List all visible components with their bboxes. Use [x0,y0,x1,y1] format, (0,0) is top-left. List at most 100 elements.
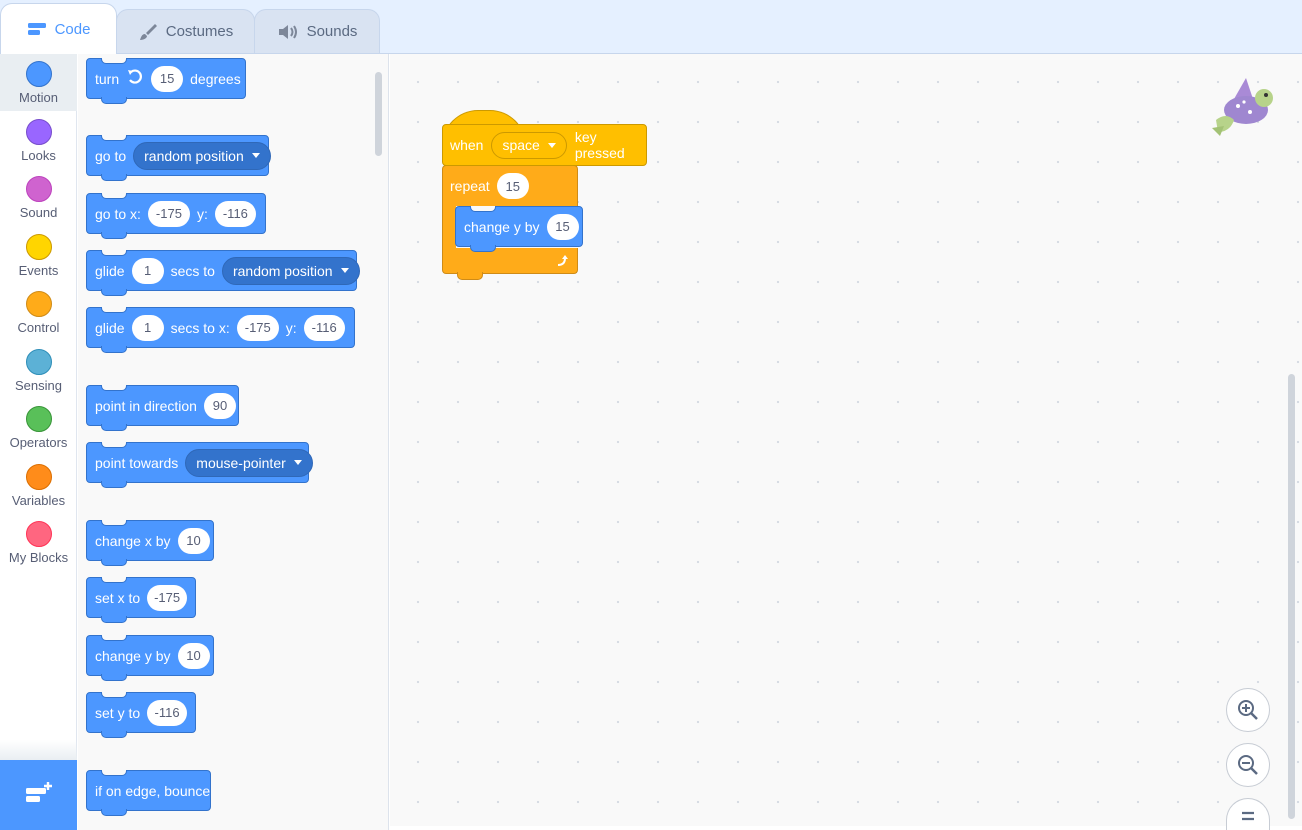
category-label: Control [17,320,60,335]
category-my-blocks[interactable]: My Blocks [0,513,77,571]
zoom-out-button[interactable] [1226,743,1270,787]
repeat-block-arm [442,205,456,249]
add-extension-button[interactable] [0,760,77,830]
x-input[interactable]: -175 [147,584,187,611]
block-go-to[interactable]: go to random position [86,135,271,181]
palette-scrollbar[interactable] [375,72,382,156]
block-go-to-xy[interactable]: go to x: -175 y: -116 [86,193,266,239]
tab-label: Costumes [165,23,234,40]
block-text: when [450,137,484,153]
category-label: Sensing [15,378,62,393]
repeat-count-input[interactable]: 15 [496,173,529,199]
block-text: y: [196,205,208,222]
dropdown-value: space [502,137,540,153]
category-dot [25,406,52,432]
chevron-down-icon [293,460,302,465]
key-dropdown[interactable]: space [491,131,567,159]
when-key-pressed-block[interactable]: when space key pressed [442,124,647,166]
block-point-direction[interactable]: point in direction 90 [86,385,239,431]
repeat-block-bottom [442,248,578,280]
category-dot [25,291,52,317]
category-fade [0,740,77,760]
block-text: secs to x: [170,319,230,336]
block-set-x[interactable]: set x to -175 [86,577,196,623]
block-glide-to[interactable]: glide 1 secs to random position [86,250,360,296]
repeat-block[interactable]: repeat 15 [442,165,578,206]
block-text: repeat [450,178,490,194]
category-label: Operators [9,435,68,450]
zoom-out-icon [1238,755,1258,775]
category-dot [25,61,52,87]
block-change-y[interactable]: change y by 10 [86,635,214,681]
category-label: Variables [11,493,66,508]
category-events[interactable]: Events [0,226,77,284]
zoom-in-icon [1238,700,1258,720]
chevron-down-icon [251,153,260,158]
category-looks[interactable]: Looks [0,111,77,169]
category-control[interactable]: Control [0,283,77,341]
speaker-icon [277,23,299,41]
chevron-down-icon [340,268,349,273]
y-input[interactable]: -116 [147,699,187,726]
category-variables[interactable]: Variables [0,456,77,514]
block-bounce[interactable]: if on edge, bounce [86,770,211,816]
block-point-towards[interactable]: point towards mouse-pointer [86,442,313,488]
category-dot [25,234,52,260]
category-label: My Blocks [8,550,69,565]
category-sensing[interactable]: Sensing [0,341,77,399]
block-glide-xy[interactable]: glide 1 secs to x: -175 y: -116 [86,307,355,353]
degrees-input[interactable]: 15 [151,65,184,92]
category-sound[interactable]: Sound [0,168,77,226]
block-turn-left[interactable]: turn 15 degrees [86,58,246,104]
x-input[interactable]: 10 [177,527,210,554]
tab-label: Sounds [306,23,358,40]
target-dropdown[interactable]: random position [133,141,271,170]
x-input[interactable]: -175 [236,314,279,341]
target-dropdown[interactable]: random position [221,256,360,285]
add-extension-icon [24,780,54,811]
category-dot [25,119,52,145]
y-input[interactable]: 15 [546,213,579,240]
category-dot [25,521,52,547]
block-text: set x to [95,589,141,606]
category-dot [25,349,52,375]
x-input[interactable]: -175 [147,200,190,227]
tab-code[interactable]: Code [0,3,117,54]
block-text: change y by [464,218,540,235]
tab-sounds[interactable]: Sounds [254,9,380,53]
block-text: change x by [95,532,171,549]
code-icon [27,21,47,37]
block-text: glide [95,319,125,336]
target-dropdown[interactable]: mouse-pointer [185,448,313,477]
editor-tabs: Code Costumes Sounds [0,0,1302,54]
category-dot [25,176,52,202]
block-set-y[interactable]: set y to -116 [86,692,196,738]
code-area-scrollbar[interactable] [1288,374,1295,819]
loop-arrow-icon [557,255,568,266]
block-text: if on edge, bounce [95,782,211,799]
category-label: Looks [21,148,56,163]
brush-icon [138,22,158,42]
category-menu: Motion Looks Sound Events Control Sensin… [0,53,77,760]
y-input[interactable]: 10 [177,642,210,669]
category-label: Events [18,263,59,278]
zoom-reset-icon [1242,811,1254,821]
tab-costumes[interactable]: Costumes [116,9,255,53]
category-operators[interactable]: Operators [0,398,77,456]
block-text: y: [285,319,297,336]
secs-input[interactable]: 1 [131,314,164,341]
y-input[interactable]: -116 [303,314,345,341]
block-change-x[interactable]: change x by 10 [86,520,214,566]
dropdown-value: random position [144,147,244,164]
direction-input[interactable]: 90 [203,392,236,419]
sprite-thumbnail-icon [1212,78,1273,136]
dropdown-value: random position [232,262,333,279]
zoom-in-button[interactable] [1226,688,1270,732]
change-y-block[interactable]: change y by 15 [455,206,583,252]
block-text: set y to [95,704,141,721]
category-motion[interactable]: Motion [0,53,77,111]
block-text: go to [95,147,127,164]
y-input[interactable]: -116 [214,200,256,227]
secs-input[interactable]: 1 [131,257,164,284]
block-text: change y by [95,647,171,664]
